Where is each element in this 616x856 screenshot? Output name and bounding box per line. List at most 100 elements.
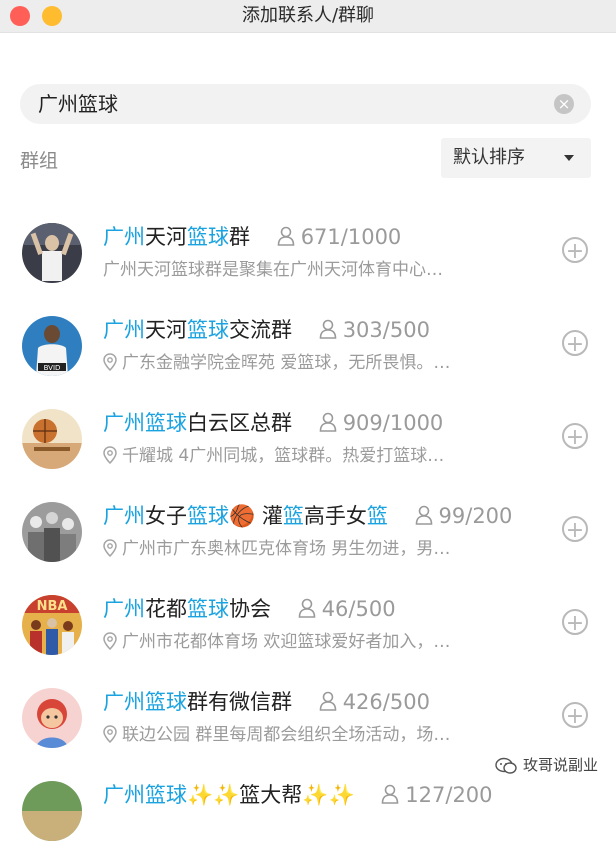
description-text: 联边公园 群里每周都会组织全场活动，场… (122, 725, 451, 745)
section-label-groups: 群组 (20, 150, 59, 172)
name-part: 篮球 (145, 783, 187, 807)
name-part: 🏀 灌 (229, 504, 283, 528)
name-part: ✨✨ (302, 783, 355, 807)
group-row[interactable]: BVID 广州天河篮球交流群 303/500 广东金融学院金晖苑 爱篮球，无所畏… (0, 298, 616, 391)
group-name: 广州篮球群有微信群 426/500 (103, 686, 553, 718)
description-text: 广东金融学院金晖苑 爱篮球，无所畏惧。… (122, 353, 451, 373)
location-pin-icon (103, 538, 117, 557)
location-pin-icon (103, 631, 117, 650)
name-part: 广州 (103, 411, 145, 435)
name-part: 花都 (145, 597, 187, 621)
name-part: 协会 (229, 597, 271, 621)
wechat-logo-icon (495, 757, 517, 774)
member-icon (319, 319, 336, 339)
location-pin-icon (103, 724, 117, 743)
name-part: 篮球 (187, 597, 229, 621)
name-part: 广州 (103, 597, 145, 621)
name-part: 篮 (366, 504, 388, 528)
add-group-button[interactable]: + (562, 330, 588, 357)
name-part: 交流群 (229, 318, 292, 342)
caret-down-icon (564, 155, 574, 161)
name-part: 白云区总群 (187, 411, 292, 435)
member-count: 127/200 (405, 783, 493, 807)
member-count: 426/500 (342, 690, 430, 714)
name-part: 广州 (103, 225, 145, 249)
description-text: 千耀城 4广州同城，篮球群。热爱打篮球… (122, 446, 445, 466)
group-avatar (22, 409, 82, 469)
description-text: 广州市花都体育场 欢迎篮球爱好者加入，… (122, 632, 451, 652)
location-pin-icon (103, 352, 117, 371)
name-part: 广州 (103, 318, 145, 342)
member-count: 99/200 (438, 504, 513, 528)
group-row[interactable]: NBA 广州花都篮球协会 46/500 广州市花都体育场 欢迎篮球爱好者加入，…… (0, 577, 616, 670)
group-avatar (22, 781, 82, 841)
group-name: 广州女子篮球🏀 灌篮高手女篮 99/200 (103, 500, 553, 532)
add-group-button[interactable]: + (562, 702, 588, 729)
member-count: 303/500 (342, 318, 430, 342)
window-title: 添加联系人/群聊 (241, 5, 375, 26)
member-icon (298, 598, 315, 618)
sort-dropdown[interactable]: 默认排序 (441, 138, 591, 178)
description-text: 广州天河篮球群是聚集在广州天河体育中心… (103, 260, 443, 280)
group-avatar (22, 223, 82, 283)
name-part: ✨✨篮 (187, 783, 261, 807)
group-avatar (22, 502, 82, 562)
group-row[interactable]: 广州女子篮球🏀 灌篮高手女篮 99/200 广州市广东奥林匹克体育场 男生勿进，… (0, 484, 616, 577)
name-part: 广州 (103, 783, 145, 807)
member-icon (415, 505, 432, 525)
member-count: 671/1000 (300, 225, 402, 249)
add-group-button[interactable]: + (562, 237, 588, 264)
group-row[interactable]: 广州篮球✨✨篮大帮✨✨ 127/200 (0, 763, 616, 856)
search-field[interactable]: 广州篮球 × (20, 84, 591, 124)
member-icon (319, 412, 336, 432)
group-name: 广州天河篮球群 671/1000 (103, 221, 553, 253)
name-part: 高手女 (303, 504, 367, 528)
name-part: 篮球 (145, 690, 187, 714)
group-row[interactable]: 广州天河篮球群 671/1000 广州天河篮球群是聚集在广州天河体育中心… + (0, 205, 616, 298)
clear-search-icon[interactable]: × (554, 94, 574, 114)
name-part: 篮球 (187, 504, 229, 528)
name-part: 女子 (145, 504, 187, 528)
group-name: 广州天河篮球交流群 303/500 (103, 314, 553, 346)
group-description: 广东金融学院金晖苑 爱篮球，无所畏惧。… (103, 350, 533, 376)
group-avatar: NBA (22, 595, 82, 655)
add-group-button[interactable]: + (562, 609, 588, 636)
name-part: 篮 (282, 504, 304, 528)
watermark-text: 玫哥说副业 (522, 756, 598, 774)
member-icon (381, 784, 399, 804)
watermark: 玫哥说副业 (495, 754, 598, 776)
group-description: 千耀城 4广州同城，篮球群。热爱打篮球… (103, 443, 533, 469)
name-part: 天河 (145, 225, 187, 249)
svg-text:BVID: BVID (44, 364, 61, 372)
search-input[interactable]: 广州篮球 (38, 84, 118, 124)
add-group-button[interactable]: + (562, 516, 588, 543)
title-bar: 添加联系人/群聊 (0, 0, 616, 33)
name-part: 篮球 (145, 411, 187, 435)
add-group-button[interactable]: + (562, 423, 588, 450)
member-count: 46/500 (321, 597, 396, 621)
member-count: 909/1000 (342, 411, 444, 435)
name-part: 群 (229, 225, 250, 249)
name-part: 大帮 (260, 783, 303, 807)
group-avatar: BVID (22, 316, 82, 376)
name-part: 天河 (145, 318, 187, 342)
group-description: 广州天河篮球群是聚集在广州天河体育中心… (103, 257, 533, 283)
group-name: 广州花都篮球协会 46/500 (103, 593, 553, 625)
name-part: 广州 (103, 504, 145, 528)
member-icon (319, 691, 336, 711)
group-name: 广州篮球✨✨篮大帮✨✨ 127/200 (103, 779, 553, 811)
name-part: 群有微信群 (187, 690, 292, 714)
svg-text:NBA: NBA (37, 599, 68, 614)
group-avatar (22, 688, 82, 748)
member-icon (277, 226, 294, 246)
group-description: 广州市花都体育场 欢迎篮球爱好者加入，… (103, 629, 533, 655)
sort-label: 默认排序 (453, 147, 525, 168)
group-description: 联边公园 群里每周都会组织全场活动，场… (103, 722, 533, 748)
name-part: 篮球 (187, 318, 229, 342)
location-pin-icon (103, 445, 117, 464)
description-text: 广州市广东奥林匹克体育场 男生勿进，男… (122, 539, 451, 559)
group-row[interactable]: 广州篮球白云区总群 909/1000 千耀城 4广州同城，篮球群。热爱打篮球… … (0, 391, 616, 484)
group-row[interactable]: 广州篮球群有微信群 426/500 联边公园 群里每周都会组织全场活动，场… + (0, 670, 616, 763)
name-part: 篮球 (187, 225, 229, 249)
name-part: 广州 (103, 690, 145, 714)
